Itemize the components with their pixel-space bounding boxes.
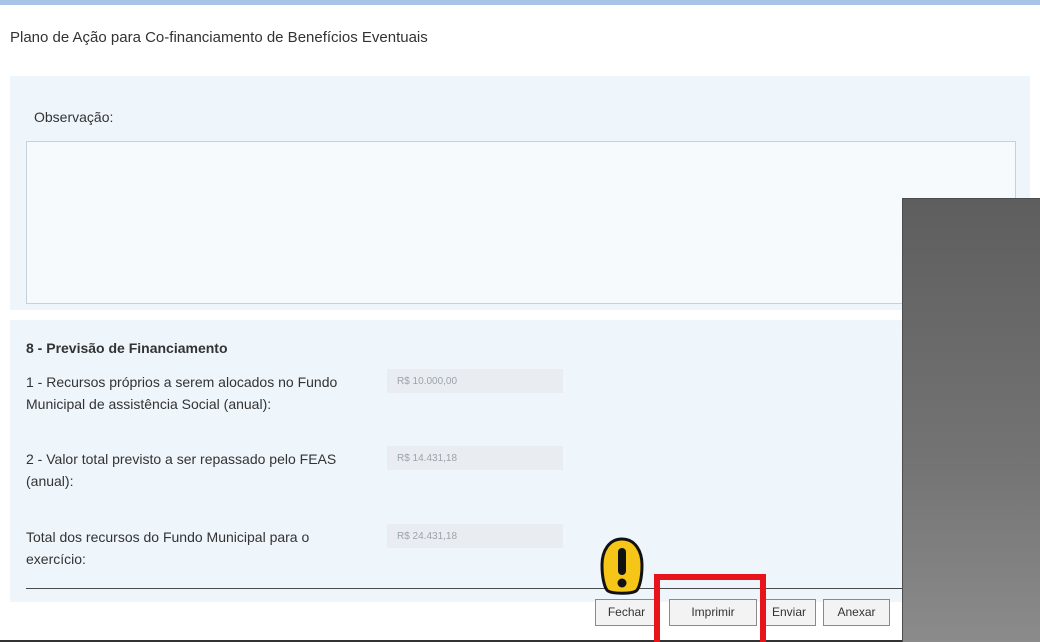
observacao-label: Observação: (34, 109, 114, 125)
warning-icon (600, 537, 644, 595)
page-title: Plano de Ação para Co-financiamento de B… (10, 29, 428, 46)
observacao-textarea[interactable] (26, 141, 1016, 304)
divider (26, 588, 916, 589)
financiamento-panel: 8 - Previsão de Financiamento 1 - Recurs… (10, 320, 1030, 602)
total-recursos-label: Total dos recursos do Fundo Municipal pa… (26, 529, 310, 567)
window-top-bar (0, 0, 1040, 5)
section-title: 8 - Previsão de Financiamento (26, 340, 228, 356)
imprimir-button[interactable]: Imprimir (669, 599, 757, 626)
total-recursos-input[interactable] (387, 524, 563, 548)
recursos-proprios-input[interactable] (387, 369, 563, 393)
enviar-button[interactable]: Enviar (762, 599, 816, 626)
observacao-panel: Observação: (10, 76, 1030, 310)
anexar-button[interactable]: Anexar (823, 599, 890, 626)
valor-feas-input[interactable] (387, 446, 563, 470)
valor-feas-label: 2 - Valor total previsto a ser repassado… (26, 451, 337, 489)
fechar-button[interactable]: Fechar (595, 599, 658, 626)
gray-overlay-panel (902, 198, 1040, 642)
recursos-proprios-label: 1 - Recursos próprios a serem alocados n… (26, 374, 338, 412)
